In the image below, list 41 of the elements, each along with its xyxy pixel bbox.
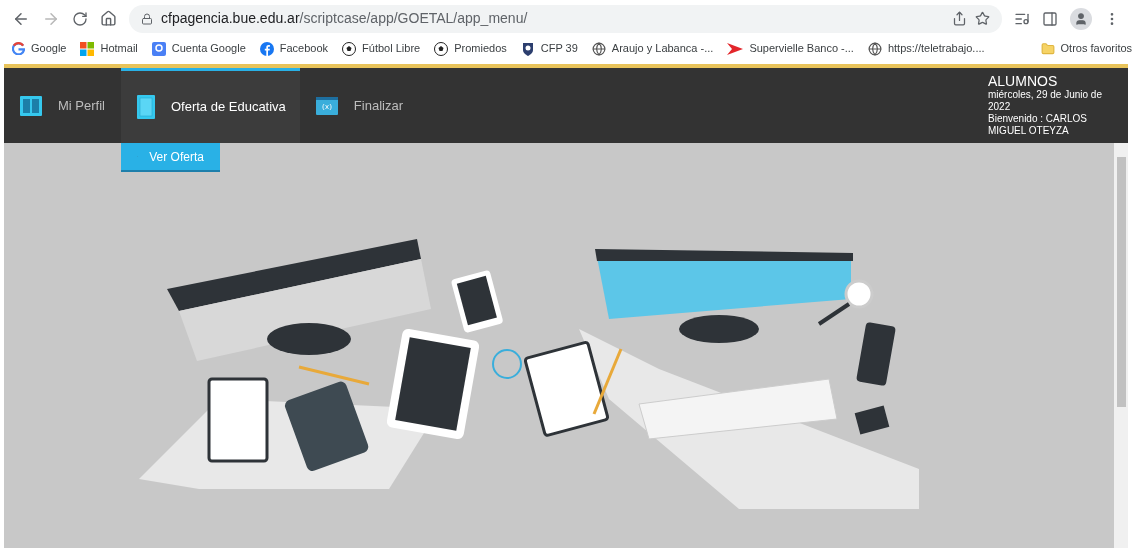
bookmark-link[interactable]: Facebook (259, 40, 329, 57)
welcome-text: Bienvenido : CARLOS MIGUEL OTEYZA (988, 113, 1088, 137)
scrollbar[interactable] (1114, 143, 1128, 548)
url-text: cfpagencia.bue.edu.ar/scriptcase/app/GOETAL/app_menu/ (161, 9, 528, 28)
facebook-icon (259, 41, 274, 56)
profile-avatar[interactable] (1070, 7, 1092, 30)
bookmark-link[interactable]: Supervielle Banco -... (727, 40, 854, 57)
side-panel-icon[interactable] (1042, 10, 1058, 27)
soccer-ball-icon (434, 41, 449, 56)
book-icon (20, 95, 42, 116)
globe-icon (867, 41, 882, 56)
folder-icon (1040, 41, 1055, 56)
menu-tab[interactable]: Oferta de Educativa (120, 68, 300, 143)
date-text: miércoles, 29 de Junio de 2022 (988, 89, 1103, 113)
bookmark-link[interactable]: Fútbol Libre (342, 40, 421, 57)
share-icon[interactable] (952, 11, 967, 26)
bookmark-link[interactable]: Promiedos (434, 40, 507, 57)
reload-icon[interactable] (72, 10, 88, 27)
other-bookmarks-link[interactable]: Otros favoritos (1040, 40, 1132, 57)
window-x-icon (315, 96, 338, 115)
address-bar[interactable]: cfpagencia.bue.edu.ar/scriptcase/app/GOETAL/app_menu/ (129, 4, 1002, 33)
windows-squares-icon (80, 41, 95, 56)
soccer-ball-icon (342, 41, 357, 56)
shield-icon (520, 41, 535, 56)
bookmark-link[interactable]: CFP 39 (520, 40, 578, 57)
globe-icon (591, 41, 606, 56)
menu-tab[interactable]: Mi Perfil (4, 68, 121, 143)
google-g-icon (12, 42, 25, 55)
document-icon (136, 95, 155, 119)
menu-tab[interactable]: Finalizar (299, 68, 419, 143)
bookmark-link[interactable]: Cuenta Google (151, 40, 246, 57)
app-title: ALUMNOS (988, 74, 1059, 89)
bookmark-link[interactable]: Araujo y Labanca -... (591, 40, 714, 57)
bookmark-link[interactable]: https://teletrabajo.... (867, 40, 985, 57)
account-icon (151, 41, 166, 56)
bookmark-link[interactable]: Google (12, 40, 67, 57)
bookmark-link[interactable]: Hotmail (80, 40, 138, 57)
home-icon[interactable] (100, 10, 117, 27)
lock-icon (141, 12, 153, 25)
bookmark-star-icon[interactable] (975, 11, 990, 26)
arrow-logo-icon (727, 41, 744, 56)
